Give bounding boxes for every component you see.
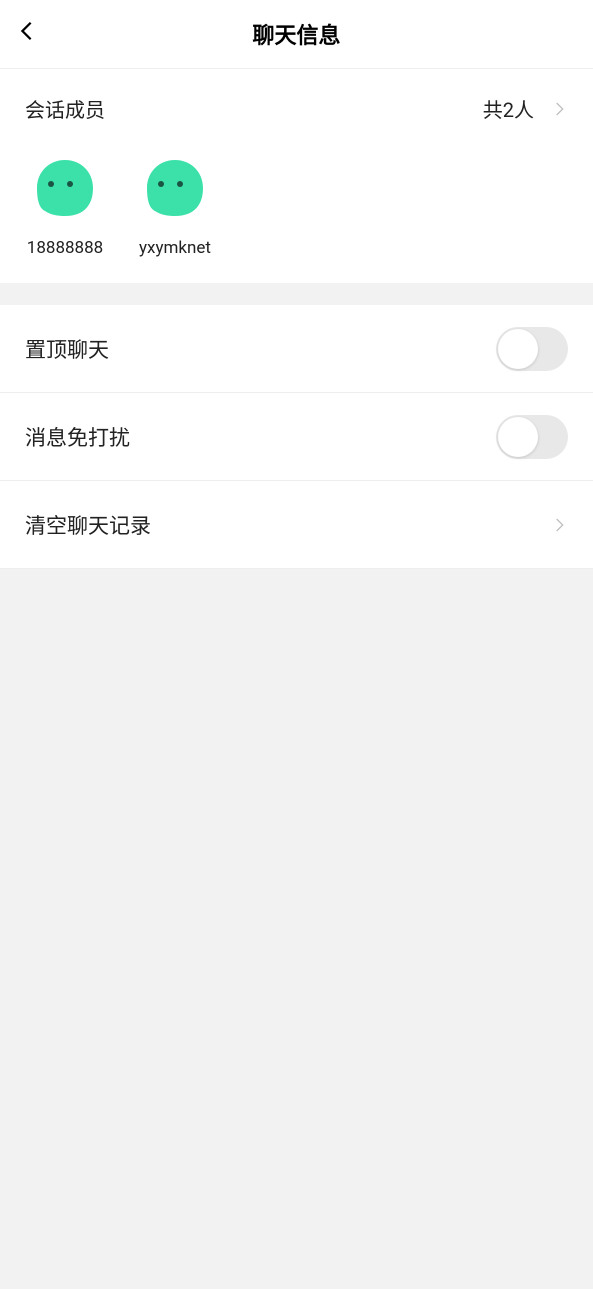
members-section: 会话成员 共2人 18888888 yxymknet <box>0 69 593 283</box>
avatar-blob-icon <box>145 158 205 218</box>
clear-history-label: 清空聊天记录 <box>25 510 151 540</box>
members-list: 18888888 yxymknet <box>25 158 568 258</box>
pin-chat-label: 置顶聊天 <box>25 334 109 364</box>
members-count: 共2人 <box>483 94 568 123</box>
back-button[interactable] <box>16 20 38 46</box>
member-item[interactable]: 18888888 <box>25 158 105 258</box>
member-nick: 18888888 <box>27 238 103 258</box>
header: 聊天信息 <box>0 0 593 69</box>
mute-label: 消息免打扰 <box>25 422 130 452</box>
member-nick: yxymknet <box>139 238 211 258</box>
avatar-blob-icon <box>35 158 95 218</box>
chevron-right-icon <box>552 517 568 533</box>
chevron-left-icon <box>16 20 38 42</box>
member-item[interactable]: yxymknet <box>135 158 215 258</box>
pin-chat-row: 置顶聊天 <box>0 305 593 393</box>
clear-history-row[interactable]: 清空聊天记录 <box>0 481 593 569</box>
toggle-knob <box>498 417 538 457</box>
avatar-eyes-icon <box>48 181 73 187</box>
avatar <box>35 158 95 218</box>
pin-chat-toggle[interactable] <box>496 327 568 371</box>
mute-row: 消息免打扰 <box>0 393 593 481</box>
section-divider <box>0 283 593 305</box>
members-label: 会话成员 <box>25 94 105 123</box>
members-count-text: 共2人 <box>483 94 534 123</box>
avatar <box>145 158 205 218</box>
empty-area <box>0 569 593 1289</box>
page-title: 聊天信息 <box>252 18 340 50</box>
members-header-row[interactable]: 会话成员 共2人 <box>25 94 568 123</box>
avatar-eyes-icon <box>158 181 183 187</box>
mute-toggle[interactable] <box>496 415 568 459</box>
toggle-knob <box>498 329 538 369</box>
chevron-right-icon <box>552 101 568 117</box>
